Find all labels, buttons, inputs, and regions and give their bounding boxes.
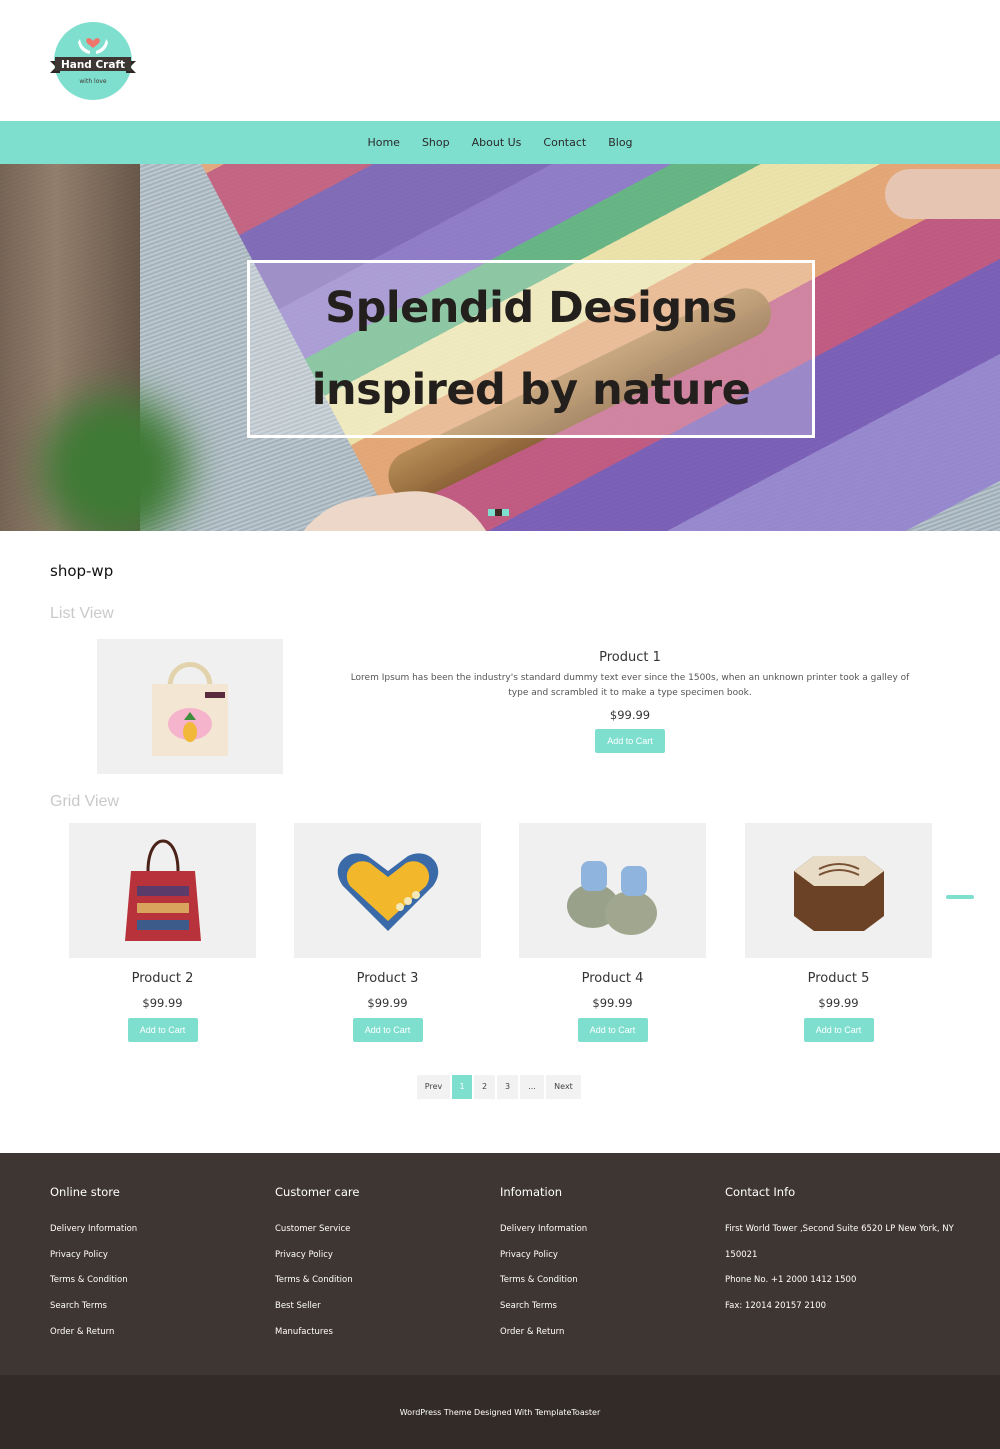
product-3-add-to-cart-button[interactable]: Add to Cart [352,1018,423,1042]
product-card: Product 2 $99.99 Add to Cart [69,823,256,1042]
footer-link[interactable]: Customer Service [275,1223,359,1235]
site-footer: Online store Delivery Information Privac… [0,1153,1000,1375]
handbag-icon [124,839,201,941]
product-4-name[interactable]: Product 4 [519,971,706,986]
carousel-next-indicator[interactable] [946,895,974,899]
pagination: Prev 1 2 3 ... Next [417,1075,581,1099]
product-3-name[interactable]: Product 3 [294,971,481,986]
footer-column-customer-care: Customer care Customer Service Privacy P… [275,1185,359,1351]
product-1-details: Product 1 Lorem Ipsum has been the indus… [330,650,930,753]
product-card: Product 5 $99.99 Add to Cart [745,823,932,1042]
pagination-ellipsis: ... [520,1075,544,1099]
logo-badge-icon: Hand Craft with love [50,22,136,100]
slider-dot-2-active[interactable] [495,509,502,516]
pagination-prev[interactable]: Prev [417,1075,450,1099]
footer-link[interactable]: Privacy Policy [50,1249,137,1261]
slider-dots [488,509,509,516]
product-4-price: $99.99 [592,996,633,1010]
product-1-price: $99.99 [609,708,651,722]
footer-heading: Customer care [275,1185,360,1199]
footer-link[interactable]: Terms & Condition [500,1274,587,1286]
footer-link[interactable]: Manufactures [275,1326,359,1338]
product-2-price: $99.99 [142,996,183,1010]
page-title: shop-wp [50,562,114,580]
footer-heading: Contact Info [725,1185,796,1199]
product-5-image[interactable] [745,823,932,958]
footer-heading: Infomation [500,1185,563,1199]
footer-column-information: Infomation Delivery Information Privacy … [500,1185,587,1351]
nav-shop[interactable]: Shop [411,136,461,149]
wooden-box-icon [793,855,884,931]
footer-heading: Online store [50,1185,120,1199]
product-1-name[interactable]: Product 1 [330,650,930,665]
tote-bag-icon [152,661,228,756]
baby-booties-icon [566,860,657,935]
pagination-page-2[interactable]: 2 [474,1075,495,1099]
footer-column-online-store: Online store Delivery Information Privac… [50,1185,137,1351]
heart-box-icon [337,852,438,931]
pagination-page-1[interactable]: 1 [452,1075,472,1099]
footer-link[interactable]: Privacy Policy [275,1249,359,1261]
hero-caption-box: Splendid Designs inspired by nature [247,260,815,438]
hero-slider: Splendid Designs inspired by nature [0,164,1000,531]
footer-link[interactable]: Best Seller [275,1300,359,1312]
pagination-next[interactable]: Next [546,1075,581,1099]
footer-link[interactable]: Order & Return [500,1326,587,1338]
nav-blog[interactable]: Blog [597,136,643,149]
product-4-image[interactable] [519,823,706,958]
footer-link[interactable]: Delivery Information [500,1223,587,1235]
footer-link[interactable]: Delivery Information [50,1223,137,1235]
product-1-image[interactable] [97,639,283,774]
nav-home[interactable]: Home [356,136,410,149]
hero-heading-line-2: inspired by nature [311,365,751,415]
grid-view-heading: Grid View [50,793,120,810]
product-5-price: $99.99 [818,996,859,1010]
footer-link[interactable]: Privacy Policy [500,1249,587,1261]
product-3-price: $99.99 [367,996,408,1010]
product-1-description: Lorem Ipsum has been the industry's stan… [350,673,910,698]
main-nav: Home Shop About Us Contact Blog [0,121,1000,164]
nav-contact[interactable]: Contact [532,136,597,149]
footer-link[interactable]: Order & Return [50,1326,137,1338]
product-2-image[interactable] [69,823,256,958]
contact-phone: Phone No. +1 2000 1412 1500 [725,1275,857,1286]
footer-link[interactable]: Search Terms [50,1300,137,1312]
slider-dot-3[interactable] [502,509,509,516]
product-2-add-to-cart-button[interactable]: Add to Cart [127,1018,198,1042]
hero-background-foliage [40,394,190,531]
site-header: Hand Craft with love [0,0,1000,121]
hero-heading-line-1: Splendid Designs [325,283,737,333]
product-card: Product 3 $99.99 Add to Cart [294,823,481,1042]
copyright-bar: WordPress Theme Designed With TemplateTo… [0,1375,1000,1449]
list-view-heading: List View [50,605,114,622]
contact-fax: Fax: 12014 20157 2100 [725,1301,827,1312]
product-3-image[interactable] [294,823,481,958]
site-logo[interactable]: Hand Craft with love [50,21,136,101]
nav-about-us[interactable]: About Us [461,136,533,149]
footer-link[interactable]: Search Terms [500,1300,587,1312]
footer-link[interactable]: Terms & Condition [50,1274,137,1286]
product-1-add-to-cart-button[interactable]: Add to Cart [595,729,665,753]
product-2-name[interactable]: Product 2 [69,971,256,986]
footer-link[interactable]: Terms & Condition [275,1274,359,1286]
product-card: Product 4 $99.99 Add to Cart [519,823,706,1042]
product-5-name[interactable]: Product 5 [745,971,932,986]
hero-hand-right [885,169,1000,219]
slider-dot-1[interactable] [488,509,495,516]
product-4-add-to-cart-button[interactable]: Add to Cart [577,1018,648,1042]
footer-column-contact-info: Contact Info First World Tower ,Second S… [725,1185,965,1320]
svg-text:with love: with love [79,78,107,85]
pagination-page-3[interactable]: 3 [497,1075,518,1099]
product-5-add-to-cart-button[interactable]: Add to Cart [803,1018,874,1042]
svg-text:Hand Craft: Hand Craft [61,59,125,71]
contact-address: First World Tower ,Second Suite 6520 LP … [725,1224,954,1260]
copyright-text[interactable]: WordPress Theme Designed With TemplateTo… [400,1408,601,1417]
